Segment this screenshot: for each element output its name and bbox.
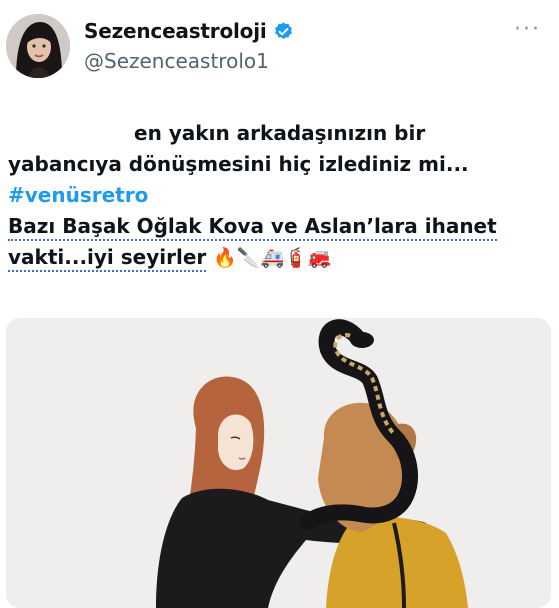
tweet-media-image[interactable]	[6, 318, 551, 608]
user-handle[interactable]: @Sezenceastrolo1	[84, 48, 269, 74]
tweet-line-1: en yakın arkadaşınızın bir	[134, 121, 426, 145]
more-options-icon[interactable]: ···	[514, 19, 541, 41]
profile-photo-icon	[6, 14, 70, 78]
tweet-line-4: Bazı Başak Oğlak Kova ve Aslan’lara ihan…	[8, 211, 553, 242]
emoji-sequence: 🔥🔪🚑🧯🚒	[213, 247, 332, 269]
two-women-with-snake-illustration-icon	[6, 318, 551, 608]
tweet-line-2: yabancıya dönüşmesini hiç izlediniz mi..…	[8, 152, 469, 176]
tweet-text: en yakın arkadaşınızın bir yabancıya dön…	[8, 118, 553, 274]
verified-badge-icon	[274, 21, 292, 39]
display-name-row[interactable]: Sezenceastroloji	[84, 18, 294, 44]
avatar[interactable]	[6, 14, 70, 78]
tweet-line-5: vakti...iyi seyirler 🔥🔪🚑🧯🚒	[8, 242, 553, 274]
tweet-line-5-text: vakti...iyi seyirler	[8, 245, 207, 272]
hashtag-link[interactable]: #venüsretro	[8, 180, 553, 211]
display-name[interactable]: Sezenceastroloji	[84, 18, 267, 44]
tweet-line-4-text: Bazı Başak Oğlak Kova ve Aslan’lara ihan…	[8, 214, 497, 241]
